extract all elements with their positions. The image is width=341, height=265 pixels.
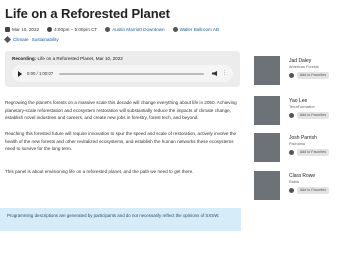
recording-title: Recording: Life on a Reforested Planet, … [12, 56, 123, 61]
venue-link[interactable]: Austin Marriott Downtown [112, 27, 164, 32]
recording-panel: Recording: Life on a Reforested Planet, … [5, 51, 240, 87]
audio-seek-bar[interactable] [59, 72, 204, 75]
description-paragraph-3: This panel is about envisioning life on … [5, 169, 194, 174]
event-date: Mar 10, 2022 [12, 27, 40, 32]
event-tags: Climate Sustainability [3, 35, 62, 44]
speaker-name[interactable]: Josh Parrish [289, 135, 317, 141]
speaker-photo[interactable] [254, 96, 280, 125]
audio-time: 0:00 / 1:00:07 [27, 71, 54, 76]
favorite-star-icon[interactable] [289, 113, 294, 118]
favorite-star-icon[interactable] [289, 150, 294, 155]
speaker-name[interactable]: Jad Daley [289, 58, 311, 64]
event-meta: Mar 10, 2022 4:00pm – 5:00pm CT Austin M… [5, 27, 219, 32]
speaker-name[interactable]: Clara Rowe [289, 173, 315, 179]
speaker-role: TerraFormation [289, 105, 315, 109]
favorite-star-icon[interactable] [289, 188, 294, 193]
speaker-role: Pachama [289, 142, 306, 146]
speaker-photo[interactable] [254, 133, 280, 162]
tag-link-sustainability[interactable]: Sustainability [32, 37, 59, 42]
description-paragraph-2: Reaching this forested future will requi… [5, 131, 237, 152]
recording-label: Recording: [12, 56, 37, 61]
volume-icon[interactable] [212, 71, 217, 76]
add-to-favorites-button[interactable]: Add to Favorites [297, 187, 329, 194]
speaker-photo[interactable] [254, 171, 280, 200]
location-icon [105, 27, 111, 32]
add-to-favorites-button[interactable]: Add to Favorites [297, 72, 329, 79]
room-icon [172, 27, 178, 32]
speaker-photo[interactable] [254, 56, 280, 85]
tag-link-climate[interactable]: Climate [13, 37, 29, 42]
play-icon[interactable] [18, 70, 22, 77]
speaker-role: American Forests [289, 65, 319, 69]
room-link[interactable]: Waller Ballroom AB [180, 27, 219, 32]
description-paragraph-1: Regrowing the planet's forests on a mass… [5, 100, 237, 121]
speaker-name[interactable]: Yao Lee [289, 98, 307, 104]
recording-name: Life on a Reforested Planet, Mar 10, 202… [37, 56, 123, 61]
calendar-icon [5, 27, 10, 32]
event-time: 4:00pm – 5:00pm CT [54, 27, 98, 32]
add-to-favorites-button[interactable]: Add to Favorites [297, 149, 329, 156]
more-options-icon[interactable]: ⋮ [222, 71, 227, 76]
tag-icon [3, 35, 12, 44]
page-title: Life on a Reforested Planet [5, 6, 170, 21]
favorite-star-icon[interactable] [289, 73, 294, 78]
audio-player: 0:00 / 1:00:07 ⋮ [12, 65, 233, 82]
add-to-favorites-button[interactable]: Add to Favorites [297, 112, 329, 119]
speaker-role: Rabia [289, 180, 299, 184]
disclaimer-notice: Programming descriptions are generated b… [0, 208, 241, 231]
clock-icon [47, 27, 53, 32]
